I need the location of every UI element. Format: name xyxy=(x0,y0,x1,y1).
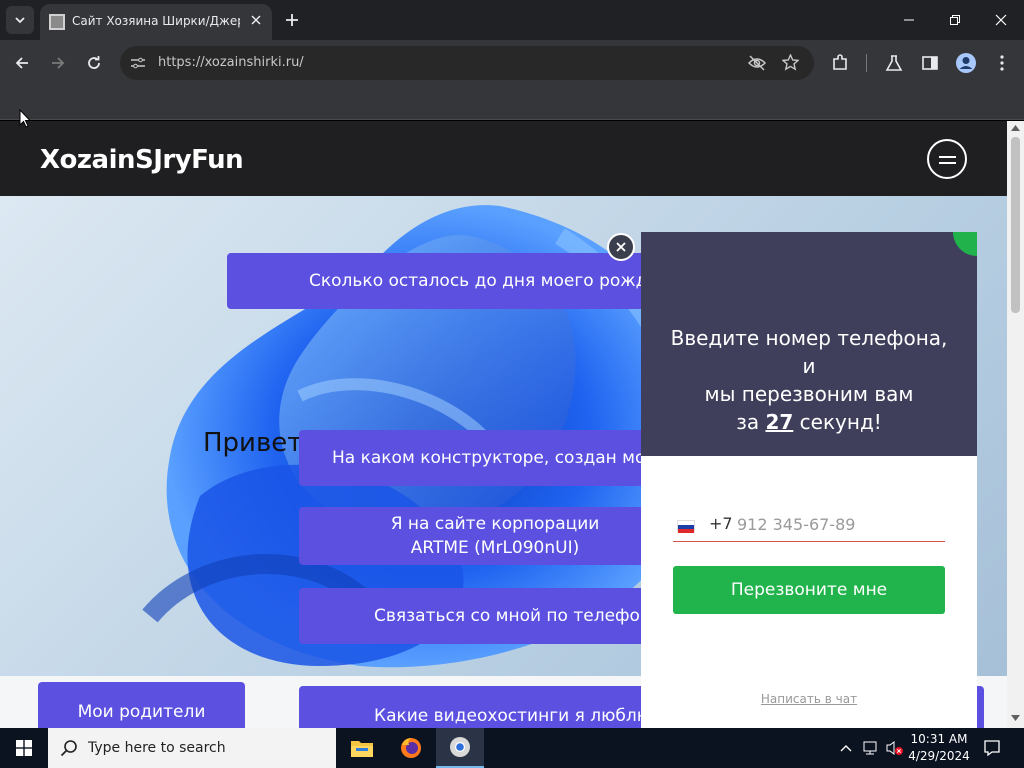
popup-seconds: 27 xyxy=(765,410,794,434)
browser-tab[interactable]: Сайт Хозяина Ширки/Джерри xyxy=(40,4,272,40)
browser-toolbar: https://xozainshirki.ru/ xyxy=(0,40,1024,86)
phone-field: +7 xyxy=(673,512,945,542)
taskbar-clock[interactable]: 10:31 AM 4/29/2024 xyxy=(906,731,972,765)
close-icon xyxy=(616,242,626,252)
taskbar-chrome[interactable] xyxy=(436,728,484,768)
close-icon xyxy=(251,15,261,25)
russia-flag-icon[interactable] xyxy=(677,520,695,533)
plus-icon xyxy=(286,14,298,26)
phone-prefix: +7 xyxy=(709,514,733,533)
parents-button[interactable]: Мои родители xyxy=(38,682,245,728)
new-tab-button[interactable] xyxy=(280,8,304,32)
chrome-icon xyxy=(450,737,470,757)
restore-button[interactable] xyxy=(932,0,978,40)
scroll-thumb[interactable] xyxy=(1011,137,1020,313)
taskbar-search-placeholder: Type here to search xyxy=(88,740,226,756)
birthday-button[interactable]: Сколько осталось до дня моего рождения? xyxy=(227,253,667,309)
browser-tab-bar: Сайт Хозяина Ширки/Джерри xyxy=(0,0,1024,40)
toolbar-divider xyxy=(866,54,867,72)
more-vertical-icon xyxy=(1000,55,1004,71)
popup-message-line3: за 27 секунд! xyxy=(661,408,957,436)
profile-button[interactable] xyxy=(952,49,980,77)
mouse-pointer-icon xyxy=(19,109,31,128)
hamburger-line xyxy=(939,162,956,164)
callback-button[interactable]: Перезвоните мне xyxy=(673,566,945,614)
bookmarks-bar xyxy=(0,86,1024,120)
taskbar-search[interactable]: Type here to search xyxy=(48,728,336,768)
chevron-up-icon xyxy=(840,745,852,752)
labs-button[interactable] xyxy=(880,49,908,77)
flask-icon xyxy=(885,55,903,71)
popup-message: Введите номер телефона, и мы перезвоним … xyxy=(661,324,957,436)
firefox-icon xyxy=(401,738,421,758)
puzzle-icon xyxy=(833,54,847,70)
minimize-icon xyxy=(904,19,914,21)
green-corner-badge xyxy=(953,232,977,256)
close-window-button[interactable] xyxy=(978,0,1024,40)
volume-muted-icon xyxy=(886,741,903,755)
tab-search-button[interactable] xyxy=(6,6,34,34)
popup-header: Введите номер телефона, и мы перезвоним … xyxy=(641,232,977,456)
back-button[interactable] xyxy=(8,49,36,77)
start-button[interactable] xyxy=(0,728,48,768)
clock-date: 4/29/2024 xyxy=(908,749,970,763)
constructor-button[interactable]: На каком конструкторе, создан мой сайт? xyxy=(299,430,679,486)
clock-time: 10:31 AM xyxy=(910,732,968,746)
restore-icon xyxy=(950,15,960,25)
notifications-button[interactable] xyxy=(982,738,1002,758)
popup-message-post: секунд! xyxy=(799,410,882,434)
site-logo[interactable]: XozainSJryFun xyxy=(40,145,244,175)
tab-close-button[interactable] xyxy=(246,10,266,30)
side-panel-icon xyxy=(922,56,938,70)
favicon-icon xyxy=(49,14,65,30)
eye-off-icon[interactable] xyxy=(748,55,766,71)
minimize-button[interactable] xyxy=(886,0,932,40)
avatar-icon xyxy=(956,53,976,73)
folder-icon xyxy=(351,741,373,757)
tray-volume[interactable] xyxy=(885,738,905,758)
scroll-up-icon[interactable] xyxy=(1011,125,1020,131)
arrow-right-icon xyxy=(52,57,65,69)
notification-icon xyxy=(984,740,1000,757)
page-scrollbar[interactable] xyxy=(1007,121,1024,728)
popup-message-pre: за xyxy=(736,410,760,434)
hamburger-line xyxy=(939,156,956,158)
windows-taskbar: Type here to search 10:31 AM 4/29/2024 xyxy=(0,728,1024,768)
extensions-button[interactable] xyxy=(826,49,854,77)
arrow-left-icon xyxy=(15,57,28,69)
reload-button[interactable] xyxy=(80,49,108,77)
phone-input[interactable] xyxy=(737,512,937,536)
star-icon[interactable] xyxy=(782,54,799,71)
search-icon xyxy=(60,740,77,757)
url-text: https://xozainshirki.ru/ xyxy=(158,55,304,70)
site-settings-icon xyxy=(131,57,145,69)
reload-icon xyxy=(88,56,100,69)
popup-message-line2: мы перезвоним вам xyxy=(704,382,914,406)
chat-link[interactable]: Написать в чат xyxy=(641,692,977,706)
phone-contact-button[interactable]: Связаться со мной по телефону xyxy=(299,588,671,644)
callback-popup: Введите номер телефона, и мы перезвоним … xyxy=(641,232,977,728)
taskbar-firefox[interactable] xyxy=(387,728,435,768)
side-panel-button[interactable] xyxy=(916,49,944,77)
popup-close-button[interactable] xyxy=(607,233,635,261)
taskbar-file-explorer[interactable] xyxy=(338,728,386,768)
site-header: XozainSJryFun xyxy=(0,121,1007,196)
close-icon xyxy=(995,14,1007,26)
menu-button[interactable] xyxy=(988,49,1016,77)
chevron-down-icon xyxy=(15,17,25,24)
forward-button[interactable] xyxy=(44,49,72,77)
popup-message-line1: Введите номер телефона, и xyxy=(670,326,948,378)
page-viewport: XozainSJryFun Сколько осталось до дня мо… xyxy=(0,121,1007,728)
tab-title: Сайт Хозяина Ширки/Джерри xyxy=(72,14,240,28)
network-icon xyxy=(863,741,877,755)
tray-overflow-button[interactable] xyxy=(836,738,856,758)
address-bar[interactable]: https://xozainshirki.ru/ xyxy=(120,46,814,80)
windows-logo-icon xyxy=(16,740,32,756)
tray-network[interactable] xyxy=(861,738,881,758)
hamburger-menu-button[interactable] xyxy=(927,139,967,179)
scroll-down-icon[interactable] xyxy=(1011,715,1020,721)
